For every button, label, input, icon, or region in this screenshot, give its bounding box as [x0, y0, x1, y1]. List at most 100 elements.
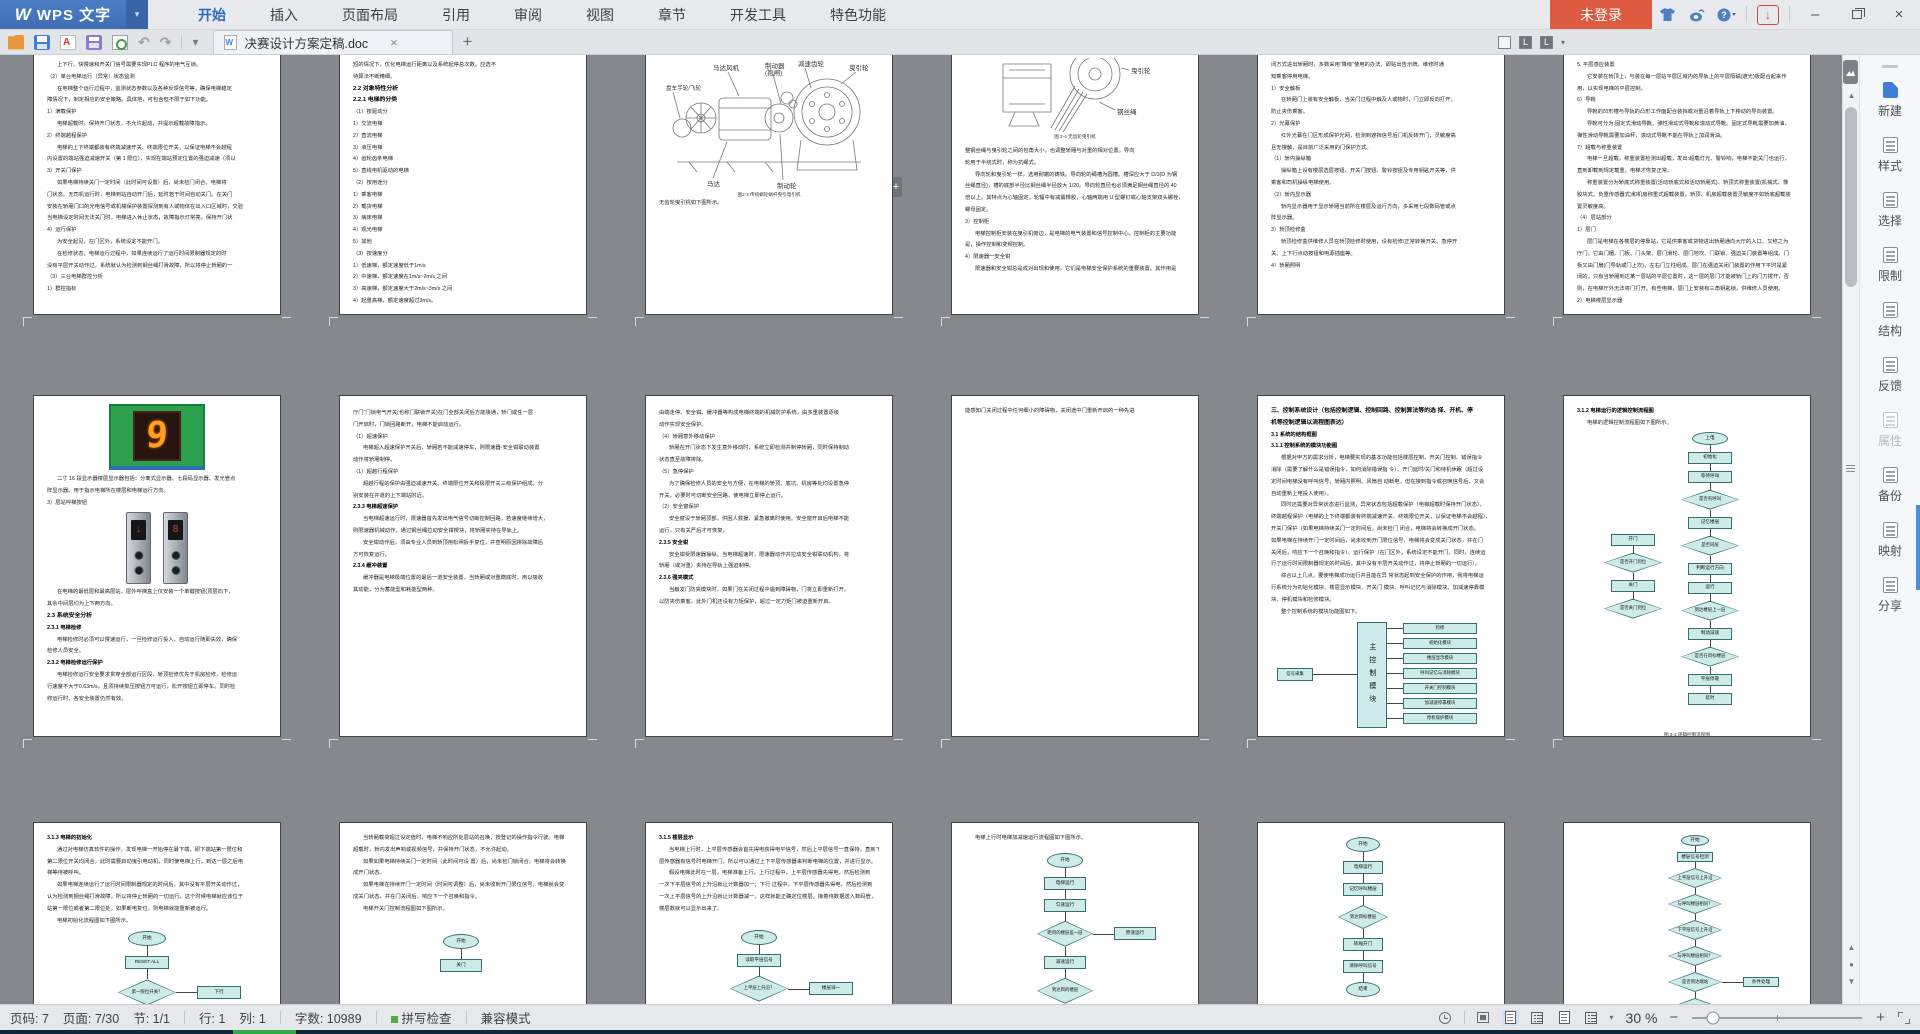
download-icon[interactable]: ↓: [1757, 5, 1779, 25]
open-folder-icon[interactable]: [8, 35, 24, 50]
sidebar-item-label: 选择: [1878, 212, 1902, 229]
sidebar-item-分享[interactable]: 分享: [1860, 577, 1920, 614]
next-page-icon[interactable]: ▼: [1843, 977, 1860, 986]
page-thumbnail-6[interactable]: 5. 平层感应装置它安装在轿顶上，与装在每一层站平层区域内的导轨上的平层隔磁(遮…: [1563, 55, 1811, 315]
page-thumbnail-18[interactable]: 开始楼层信号检测上平层信号上升沿与呼叫楼层相同？下平层信号上升沿与呼叫楼层相同？…: [1563, 822, 1811, 1004]
sidebar-item-新建[interactable]: 新建: [1860, 82, 1920, 119]
sidebar-handle[interactable]: [1882, 65, 1898, 68]
page-view-icon[interactable]: [1502, 1010, 1519, 1026]
menu-tab-开始[interactable]: 开始: [176, 0, 248, 30]
sidebar-item-反馈[interactable]: 反馈: [1860, 357, 1920, 394]
zoom-slider[interactable]: [1692, 1017, 1862, 1019]
export-pdf-icon[interactable]: [60, 35, 76, 50]
menu-tab-章节[interactable]: 章节: [636, 0, 708, 30]
task-window-icon[interactable]: [1519, 36, 1532, 49]
page-thumbnail-17[interactable]: 开始电梯运行记忆呼叫楼层到达目标楼层轿厢开门清除呼叫信号结束图3-6 呼叫记忆与…: [1257, 822, 1505, 1004]
menu-tab-审阅[interactable]: 审阅: [492, 0, 564, 30]
flowchart-connector: [759, 945, 760, 954]
save-icon[interactable]: [34, 35, 50, 50]
switch-window-icon[interactable]: [1540, 36, 1553, 49]
zoom-in-button[interactable]: +: [1876, 1009, 1885, 1026]
sidebar-item-结构[interactable]: 结构: [1860, 302, 1920, 339]
document-canvas[interactable]: + 上下行、快慢速和开关门信号需要实现PLC 程序的电气互锁。（2）单台电梯运行…: [0, 55, 1842, 1004]
previous-page-icon[interactable]: ▲: [1843, 943, 1860, 952]
sidebar-item-映射[interactable]: 映射: [1860, 522, 1920, 559]
page-thumbnail-5[interactable]: 闭方式进出轿厢时，多数采用“降级”使用的办法，即贴出告示牌，维修时通知乘客停用电…: [1257, 55, 1505, 315]
sidebar-item-选择[interactable]: 选择: [1860, 192, 1920, 229]
flowchart-connector: [1695, 992, 1696, 998]
sidebar-item-备份[interactable]: 备份: [1860, 467, 1920, 504]
screen-grab-float-icon[interactable]: [1843, 60, 1858, 84]
zoom-out-button[interactable]: −: [1669, 1009, 1678, 1026]
window-list-caret-icon[interactable]: ▾: [1561, 38, 1565, 47]
print-preview-icon[interactable]: [112, 35, 128, 50]
sidebar-item-限制[interactable]: 限制: [1860, 247, 1920, 284]
text-line: 在电梯整个运行过程中，监测状态参数以及各种反馈信号等，确保电梯稳定: [47, 84, 267, 96]
zoom-slider-knob[interactable]: [1706, 1011, 1719, 1024]
menu-tab-视图[interactable]: 视图: [564, 0, 636, 30]
sidebar-item-label: 映射: [1878, 542, 1902, 559]
page-thumbnail-13[interactable]: 3.1.3 电梯的初始化通过对电梯仿真软件的操作，发现电梯一开始停在最下端，即下…: [33, 822, 281, 1004]
page-thumbnail-4[interactable]: 曳引轮 钢丝绳 图 2-4 无齿轮曳引机整钢丝绳与曳引轮之间的包角大小，也调整轿…: [951, 55, 1199, 315]
outline-view-icon[interactable]: [1529, 1010, 1546, 1026]
wps-logo[interactable]: W WPS 文字: [0, 0, 126, 29]
undo-icon[interactable]: ↶: [138, 34, 150, 51]
restore-button[interactable]: [1836, 0, 1878, 29]
seven-segment-display-photo: 9: [109, 404, 205, 470]
sidebar-item-label: 反馈: [1878, 377, 1902, 394]
fit-page-icon[interactable]: [1475, 1010, 1492, 1026]
titlebar-separator: [1789, 6, 1790, 23]
redo-icon[interactable]: ↷: [160, 34, 172, 51]
page-thumbnail-10[interactable]: 能感知门关闭过程中任何细小的障碍物，关闭途中门重新开启的一种先进: [951, 395, 1199, 737]
weibo-icon[interactable]: [1682, 0, 1712, 29]
page-thumbnail-12[interactable]: 3.1.2 电梯运行的逻辑控制流程图电梯的逻辑控制流程图如下图所示。上电初始化等…: [1563, 395, 1811, 737]
text-line: 4）限速器一安全钳: [965, 252, 1185, 264]
login-button[interactable]: 未登录: [1550, 0, 1652, 29]
select-browse-object-icon[interactable]: ●: [1843, 960, 1860, 969]
text-line: 3.1 系统的结构框图: [1271, 430, 1491, 442]
print-icon[interactable]: [86, 35, 102, 50]
fullscreen-icon[interactable]: [1895, 1010, 1912, 1026]
text-line: 2.3.4 缓冲装置: [353, 561, 573, 573]
sidebar-splitter-handle[interactable]: [1842, 455, 1859, 481]
page-thumbnail-7[interactable]: 9二寸 16 段显示器楼层显示器包括：分离式显示器、七段码显示器、发光管点阵显示…: [33, 395, 281, 737]
menu-tab-页面布局[interactable]: 页面布局: [320, 0, 420, 30]
logo-caret-icon[interactable]: ▾: [126, 0, 148, 29]
help-icon[interactable]: ?: [1712, 0, 1742, 29]
new-tab-button[interactable]: +: [453, 30, 483, 54]
text-line: 1）乘客电梯: [353, 190, 573, 202]
sidebar-item-样式[interactable]: 样式: [1860, 137, 1920, 174]
history-version-icon[interactable]: [1437, 1010, 1454, 1026]
menu-tab-引用[interactable]: 引用: [420, 0, 492, 30]
skin-icon[interactable]: [1652, 0, 1682, 29]
page-thumbnail-11[interactable]: 三、控制系统设计（包括控制逻辑、控制回路、控制算法等的选 择、开机、停机等控制逻…: [1257, 395, 1505, 737]
scrollbar-thumb[interactable]: [1845, 107, 1857, 287]
page-thumbnail-3[interactable]: 马达风机 制动器(抱闸) 减速齿轮 曳引轮 盘车手轮/飞轮 马达 制动轮 图2-…: [645, 55, 893, 315]
close-button[interactable]: ×: [1878, 0, 1920, 29]
sidebar-toggle-icon[interactable]: [1498, 36, 1511, 49]
web-view-icon[interactable]: [1556, 1010, 1573, 1026]
menu-tab-插入[interactable]: 插入: [248, 0, 320, 30]
sidebar-scroll-indicator[interactable]: [1916, 505, 1920, 590]
text-line: 丝绳直径)，槽的底部半径比钢丝绳半径放大 1/20。导向轮直径也必须满足钢丝绳直…: [965, 181, 1185, 193]
page-thumbnail-14[interactable]: 当轿厢载荷超过设定值时，电梯不响应所处层站的召唤，按登记的操作指令行驶。电梯超载…: [339, 822, 587, 1004]
page-thumbnail-8[interactable]: 厅门“门锁电气开关(也称门联锁开关)在门全部关闭后方能接通，轿门或任一层门开启时…: [339, 395, 587, 737]
page-thumbnail-9[interactable]: 由端走停、安全钳、缓冲器等构成电梯终端的机械防护系统，由多重装置逐级动作实现安全…: [645, 395, 893, 737]
minimize-button[interactable]: –: [1794, 0, 1836, 29]
document-tab[interactable]: 决赛设计方案定稿.doc ×: [213, 30, 453, 54]
page-thumbnail-16[interactable]: 电梯上行时电梯加减速运行流程图如下图所示。开始电梯运行匀速运行距目的楼层差一层原…: [951, 822, 1199, 1004]
sidebar-item-属性[interactable]: 属性: [1860, 412, 1920, 449]
page-thumbnail-1[interactable]: 上下行、快慢速和开关门信号需要实现PLC 程序的电气互锁。（2）单台电梯运行（异…: [33, 55, 281, 315]
vertical-scrollbar[interactable]: ▲ ▲ ● ▼: [1842, 55, 1859, 1004]
tab-close-icon[interactable]: ×: [390, 35, 398, 50]
text-line: 2.2.1 电梯的分类: [353, 95, 573, 107]
page-thumbnail-2[interactable]: 短的情况下，优化电梯运行距离以及系统起停总次数。应选不待算法不断精细。2.2 对…: [339, 55, 587, 315]
menu-tab-特色功能[interactable]: 特色功能: [808, 0, 908, 30]
read-view-icon[interactable]: [1583, 1010, 1600, 1026]
page-thumbnail-15[interactable]: 3.1.5 楼层显示当电梯上行时，上平层传感器会首先得电获得电平信号，然后上平层…: [645, 822, 893, 1004]
menu-tab-开发工具[interactable]: 开发工具: [708, 0, 808, 30]
scroll-up-icon[interactable]: ▲: [1843, 91, 1860, 100]
text-line: 3）病床电梯: [353, 213, 573, 225]
customize-toolbar-caret-icon[interactable]: ▾: [192, 35, 198, 49]
view-mode-caret-icon[interactable]: ▾: [1610, 1013, 1614, 1022]
